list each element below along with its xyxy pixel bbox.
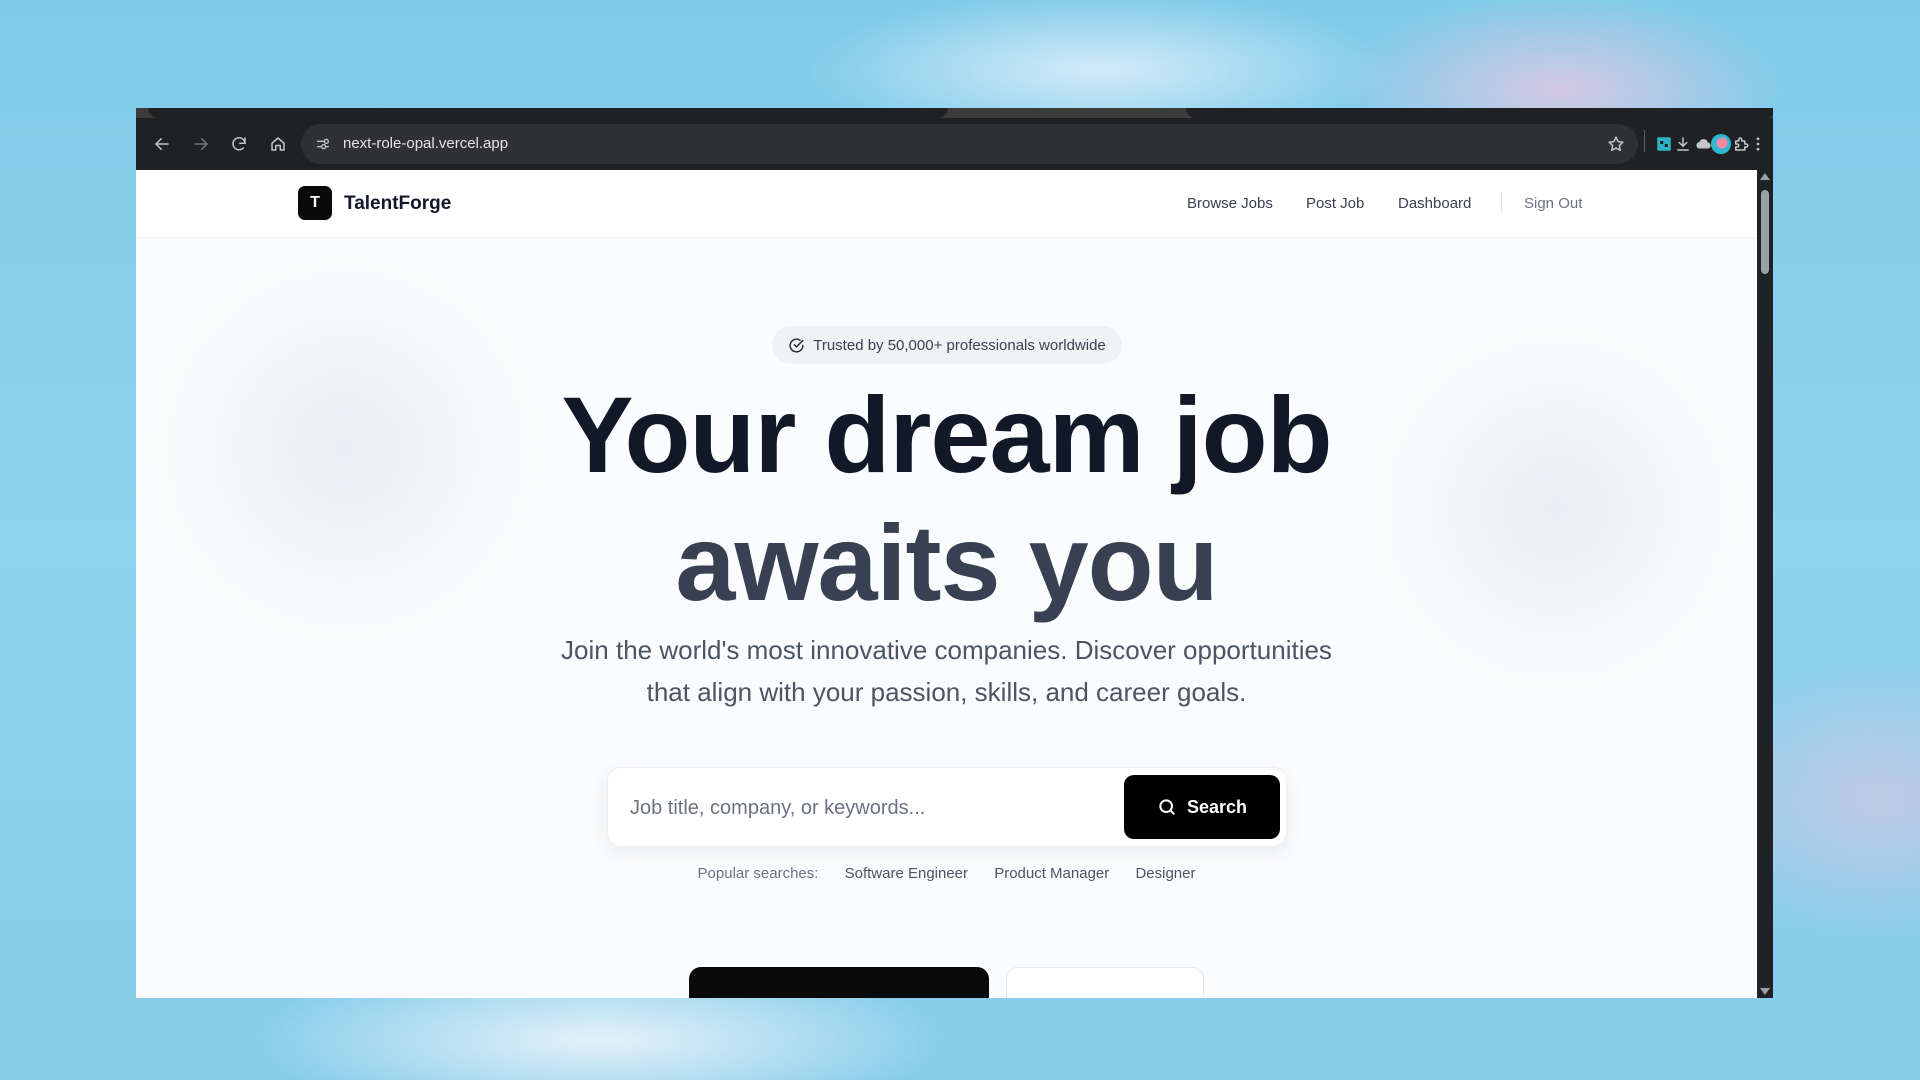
address-bar[interactable]: next-role-opal.vercel.app (301, 124, 1638, 164)
explore-opportunities-button[interactable] (689, 967, 989, 998)
nav-post-job[interactable]: Post Job (1306, 195, 1364, 212)
hero-subtext: Join the world's most innovative compani… (136, 629, 1757, 713)
popular-tag[interactable]: Product Manager (994, 865, 1109, 882)
search-box: Search (607, 767, 1287, 847)
forward-icon[interactable] (189, 132, 213, 156)
toolbar-separator (1644, 132, 1645, 152)
search-icon (1159, 799, 1175, 815)
site-header: T TalentForge Browse Jobs Post Job Dashb… (136, 170, 1757, 238)
browser-window: next-role-opal.vercel.app T TalentForge … (136, 108, 1773, 998)
brand-name[interactable]: TalentForge (344, 193, 451, 215)
post-job-button[interactable] (1006, 967, 1204, 998)
site-info-icon[interactable] (311, 132, 335, 156)
nav-sign-out[interactable]: Sign Out (1524, 195, 1582, 212)
nav-browse-jobs[interactable]: Browse Jobs (1187, 195, 1273, 212)
url-text[interactable]: next-role-opal.vercel.app (343, 135, 508, 152)
search-input[interactable] (630, 788, 1110, 828)
home-icon[interactable] (266, 132, 290, 156)
headline-line-1: Your dream job (561, 374, 1332, 495)
download-icon[interactable] (1671, 132, 1695, 156)
trust-badge: Trusted by 50,000+ professionals worldwi… (772, 326, 1122, 364)
page-viewport: T TalentForge Browse Jobs Post Job Dashb… (136, 170, 1757, 998)
more-icon[interactable] (1746, 132, 1770, 156)
reload-icon[interactable] (227, 132, 251, 156)
subtext-line-1: Join the world's most innovative compani… (561, 635, 1332, 665)
nav-dashboard[interactable]: Dashboard (1398, 195, 1471, 212)
scrollbar-thumb[interactable] (1761, 190, 1769, 274)
nav-divider (1501, 192, 1502, 214)
tab-strip (136, 108, 1773, 118)
trust-badge-text: Trusted by 50,000+ professionals worldwi… (813, 336, 1106, 354)
tab[interactable] (1186, 108, 1773, 118)
subtext-line-2: that align with your passion, skills, an… (646, 677, 1247, 707)
popular-searches: Popular searches: Software Engineer Prod… (136, 865, 1757, 882)
back-icon[interactable] (150, 132, 174, 156)
search-button[interactable]: Search (1124, 775, 1280, 839)
headline-line-2: awaits you (675, 502, 1218, 623)
scroll-down-icon[interactable] (1760, 988, 1770, 995)
search-button-label: Search (1186, 796, 1248, 817)
profile-avatar[interactable] (1711, 134, 1731, 154)
browser-toolbar: next-role-opal.vercel.app (136, 118, 1773, 170)
scroll-up-icon[interactable] (1760, 173, 1770, 180)
scrollbar[interactable] (1757, 170, 1773, 998)
hero-section: Trusted by 50,000+ professionals worldwi… (136, 239, 1757, 998)
check-circle-icon (789, 337, 804, 353)
popular-tag[interactable]: Software Engineer (845, 865, 968, 882)
popular-searches-label: Popular searches: (697, 865, 819, 882)
logo-icon[interactable]: T (298, 186, 332, 220)
tab[interactable] (148, 108, 948, 118)
star-icon[interactable] (1604, 132, 1628, 156)
popular-tag[interactable]: Designer (1135, 865, 1195, 882)
